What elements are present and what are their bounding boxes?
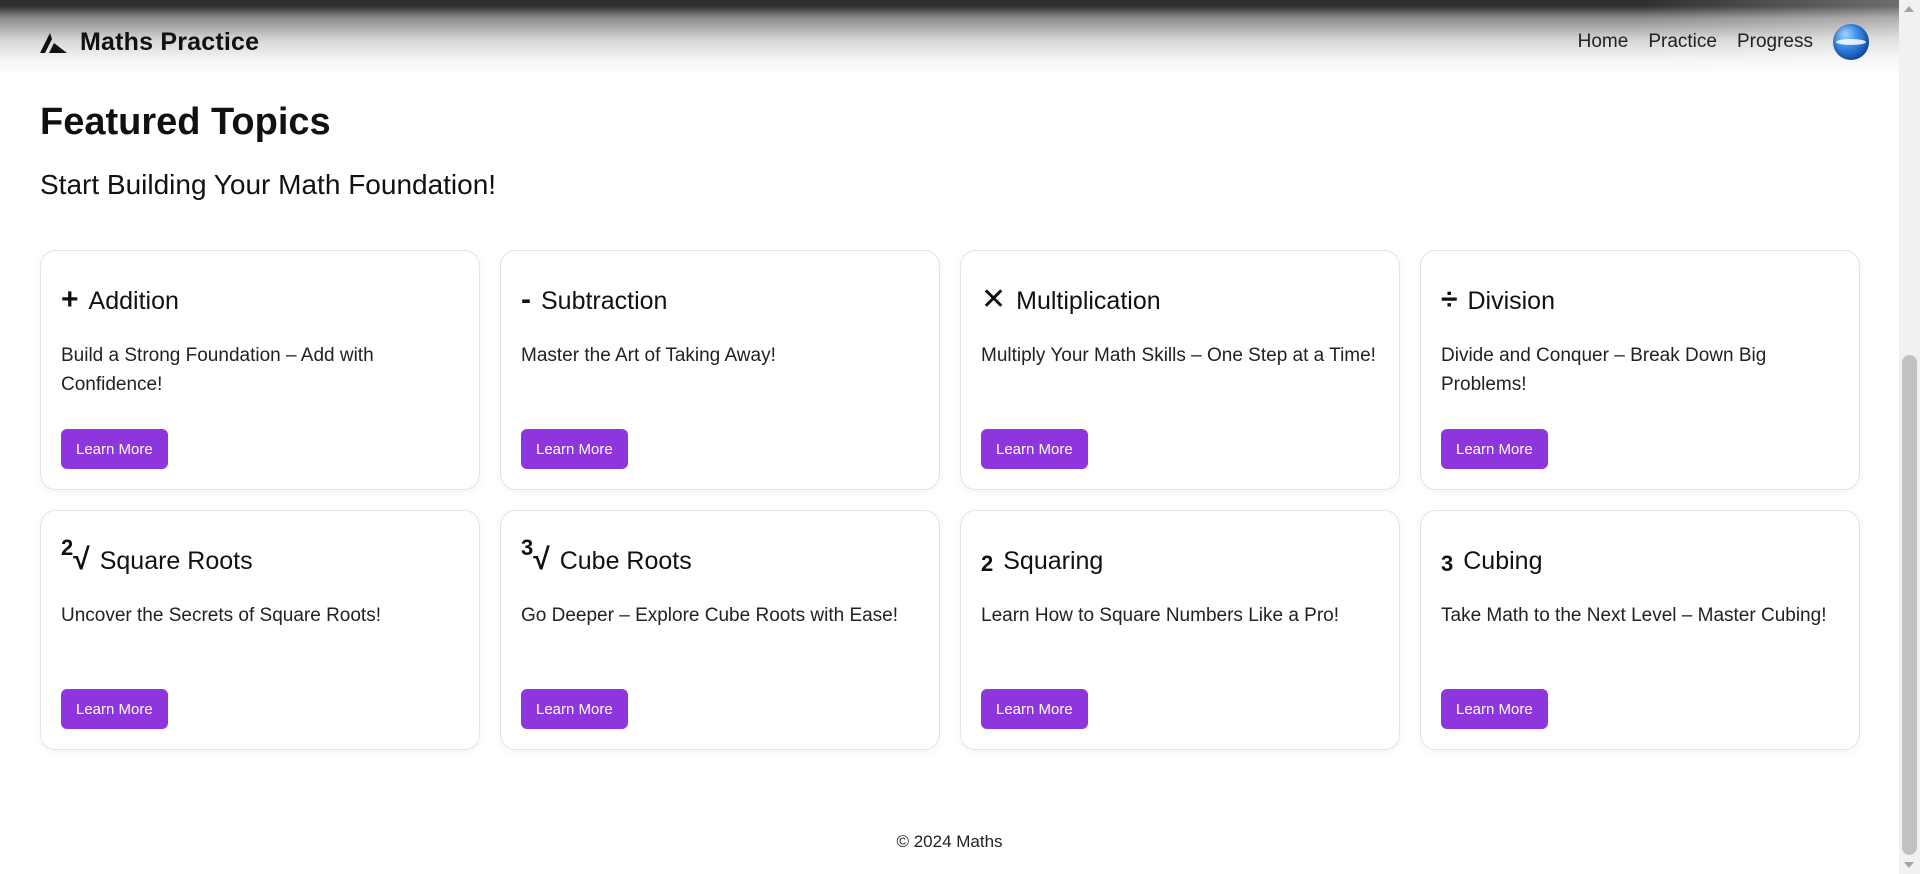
vertical-scrollbar[interactable] bbox=[1899, 0, 1920, 874]
topic-title: Squaring bbox=[1003, 546, 1104, 575]
scroll-down-arrow-icon[interactable] bbox=[1904, 862, 1914, 868]
nav-practice-link[interactable]: Practice bbox=[1648, 31, 1717, 53]
topic-title: Multiplication bbox=[1016, 286, 1161, 315]
topic-card-cube-roots: 3 √ Cube Roots Go Deeper – Explore Cube R… bbox=[500, 510, 940, 750]
learn-more-button[interactable]: Learn More bbox=[1441, 689, 1548, 729]
topic-card-squaring: 2 Squaring Learn How to Square Numbers L… bbox=[960, 510, 1400, 750]
divide-icon: ÷ bbox=[1441, 283, 1458, 316]
page: Maths Practice Home Practice Progress Fe… bbox=[0, 0, 1920, 874]
mountain-logo-icon bbox=[40, 32, 67, 53]
plus-icon: + bbox=[61, 283, 79, 316]
section-title: Featured Topics bbox=[40, 101, 331, 143]
topic-description: Build a Strong Foundation – Add with Con… bbox=[61, 345, 374, 396]
learn-more-button[interactable]: Learn More bbox=[981, 429, 1088, 469]
globe-avatar-icon[interactable] bbox=[1833, 24, 1869, 60]
topic-description: Take Math to the Next Level – Master Cub… bbox=[1441, 605, 1827, 626]
learn-more-button[interactable]: Learn More bbox=[521, 429, 628, 469]
section-subtitle: Start Building Your Math Foundation! bbox=[40, 168, 497, 200]
topic-card-division: ÷ Division Divide and Conquer – Break Do… bbox=[1420, 250, 1860, 490]
learn-more-button[interactable]: Learn More bbox=[61, 429, 168, 469]
footer-copyright: © 2024 Maths bbox=[896, 832, 1003, 851]
scroll-up-arrow-icon[interactable] bbox=[1904, 6, 1914, 12]
topic-title: Cube Roots bbox=[559, 546, 692, 575]
learn-more-button[interactable]: Learn More bbox=[521, 689, 628, 729]
topic-description: Learn How to Square Numbers Like a Pro! bbox=[981, 605, 1340, 626]
topic-description: Divide and Conquer – Break Down Big Prob… bbox=[1441, 345, 1767, 396]
minus-icon: - bbox=[521, 283, 531, 316]
topic-title: Division bbox=[1467, 286, 1555, 315]
topic-title: Addition bbox=[88, 286, 179, 315]
square-exponent-icon: 2 bbox=[981, 551, 994, 576]
topic-description: Go Deeper – Explore Cube Roots with Ease… bbox=[521, 605, 899, 626]
square-root-icon: 2 √ bbox=[61, 535, 90, 576]
topic-grid: + Addition Build a Strong Foundation – A… bbox=[40, 250, 1860, 750]
learn-more-button[interactable]: Learn More bbox=[981, 689, 1088, 729]
topic-description: Master the Art of Taking Away! bbox=[521, 345, 776, 366]
topic-title: Cubing bbox=[1463, 546, 1543, 575]
cube-exponent-icon: 3 bbox=[1441, 551, 1454, 576]
viewport: Maths Practice Home Practice Progress Fe… bbox=[0, 0, 1899, 874]
multiply-icon: ✕ bbox=[981, 283, 1007, 316]
topic-card-cubing: 3 Cubing Take Math to the Next Level – M… bbox=[1420, 510, 1860, 750]
cube-root-icon: 3 √ bbox=[521, 535, 550, 576]
nav-home-link[interactable]: Home bbox=[1578, 31, 1629, 53]
topic-card-square-roots: 2 √ Square Roots Uncover the Secrets of S… bbox=[40, 510, 480, 750]
main-nav: Home Practice Progress bbox=[1578, 24, 1869, 60]
top-navbar: Maths Practice Home Practice Progress bbox=[0, 0, 1899, 76]
featured-section: Featured Topics Start Building Your Math… bbox=[40, 100, 1860, 750]
learn-more-button[interactable]: Learn More bbox=[61, 689, 168, 729]
nav-progress-link[interactable]: Progress bbox=[1737, 31, 1813, 53]
learn-more-button[interactable]: Learn More bbox=[1441, 429, 1548, 469]
topic-description: Multiply Your Math Skills – One Step at … bbox=[981, 345, 1376, 366]
topic-title: Subtraction bbox=[541, 286, 668, 315]
topic-card-multiplication: ✕ Multiplication Multiply Your Math Skil… bbox=[960, 250, 1400, 490]
brand-name: Maths Practice bbox=[80, 28, 260, 56]
topic-description: Uncover the Secrets of Square Roots! bbox=[61, 605, 381, 626]
topic-title: Square Roots bbox=[99, 546, 253, 575]
topic-card-subtraction: - Subtraction Master the Art of Taking A… bbox=[500, 250, 940, 490]
scrollbar-thumb[interactable] bbox=[1902, 355, 1917, 855]
topic-card-addition: + Addition Build a Strong Foundation – A… bbox=[40, 250, 480, 490]
brand[interactable]: Maths Practice bbox=[40, 28, 259, 57]
